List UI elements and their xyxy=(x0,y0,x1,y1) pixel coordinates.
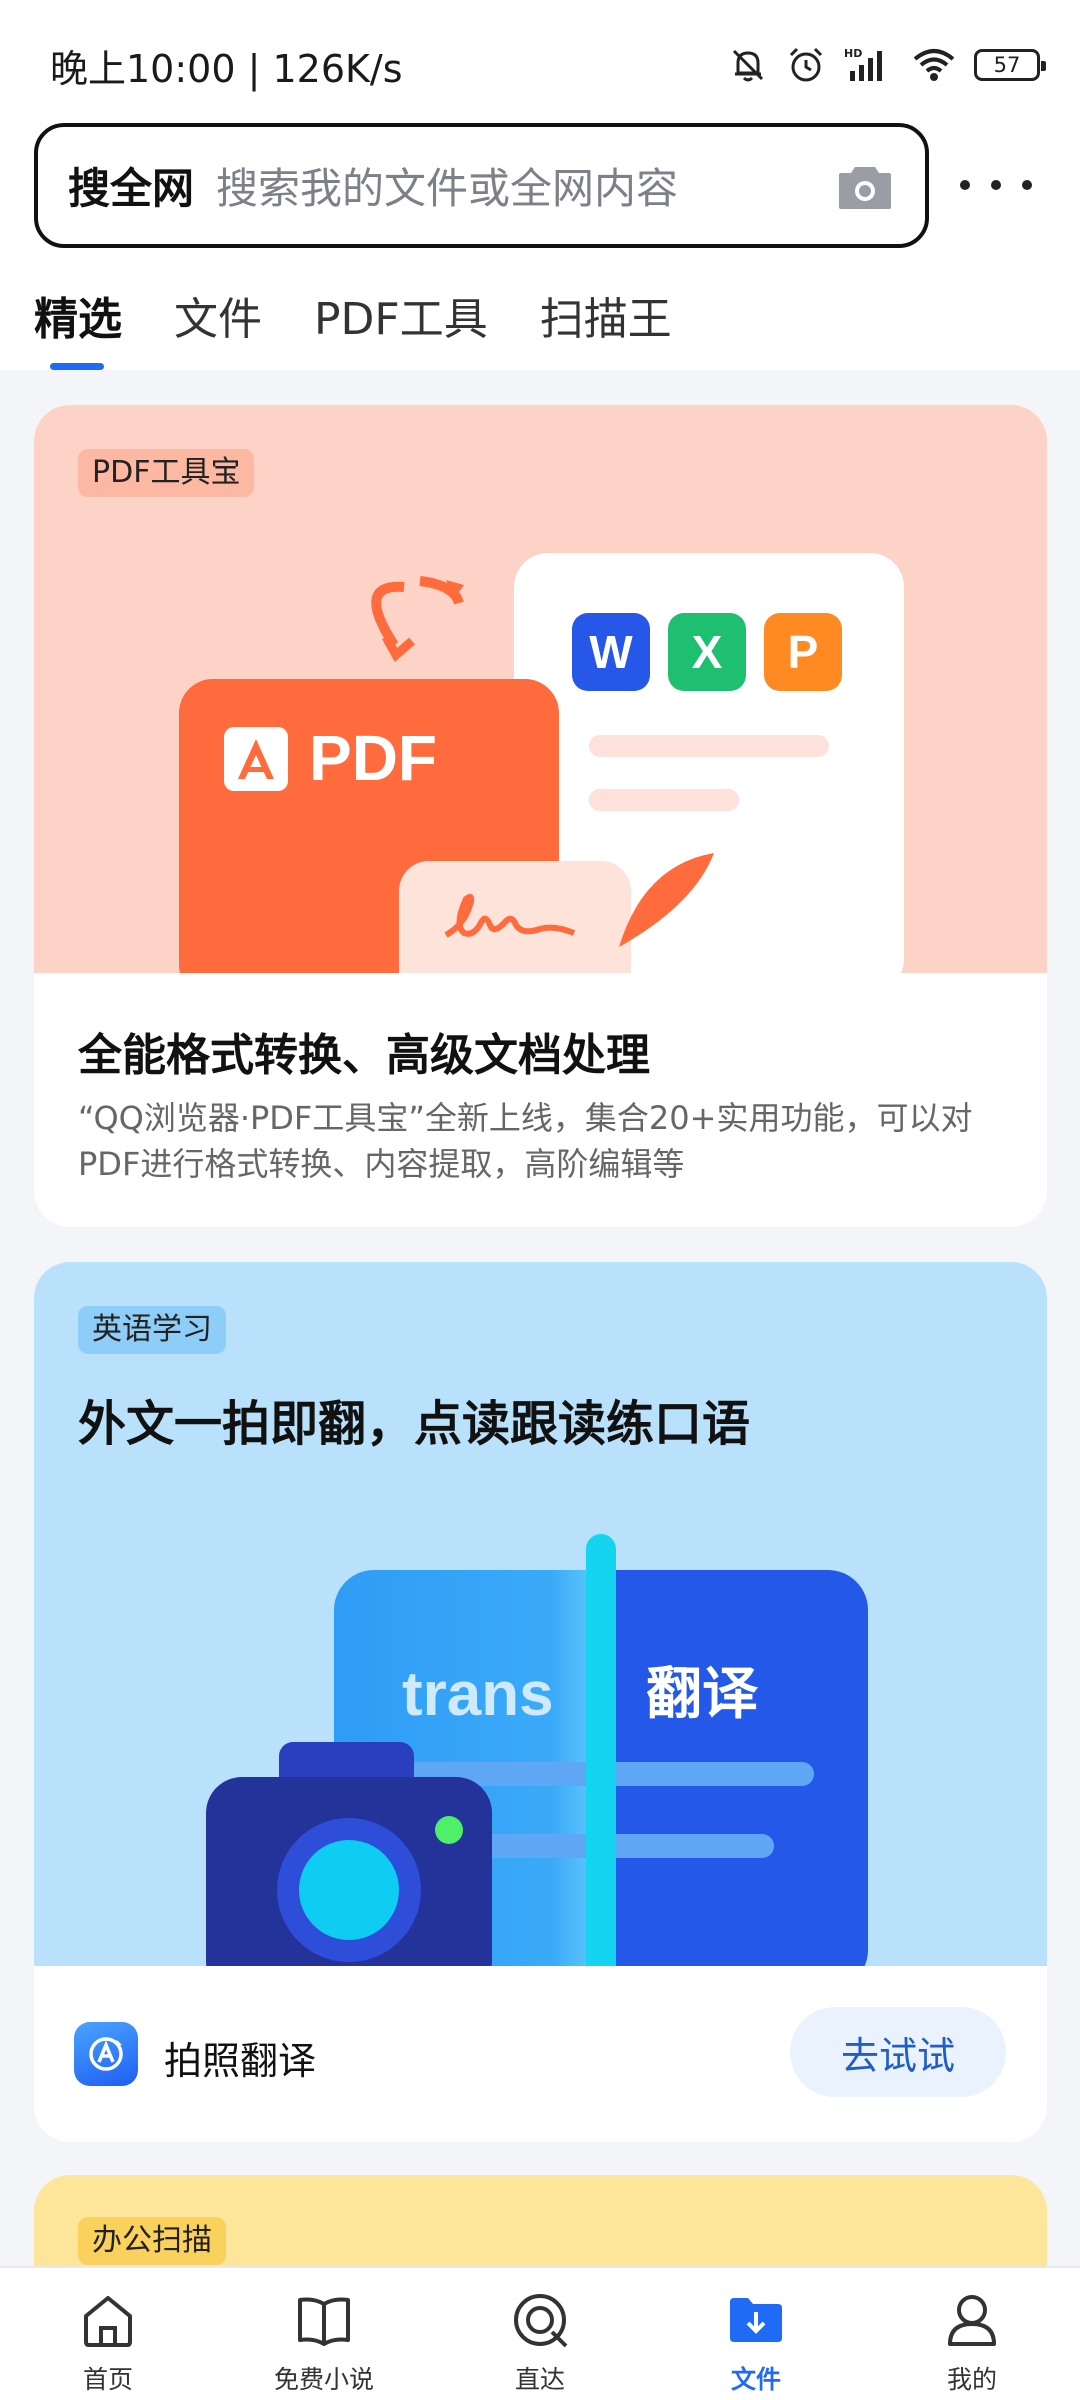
nav-novels[interactable]: 免费小说 xyxy=(216,2268,432,2400)
wifi-icon xyxy=(913,49,955,81)
translate-hero-illustration: trans 翻译 xyxy=(34,1262,1047,1966)
pdf-illustration-label: PDF xyxy=(309,722,437,794)
status-bar: 晚上10:00 | 126K/s HD 57 xyxy=(50,40,1046,91)
profile-icon xyxy=(940,2288,1004,2352)
alarm-icon xyxy=(789,47,823,82)
pdf-card-title: 全能格式转换、高级文档处理 xyxy=(78,1030,650,1081)
nav-files[interactable]: 文件 xyxy=(648,2268,864,2400)
tab-bar: 精选 文件 PDF工具 扫描王 xyxy=(34,280,672,370)
direct-icon xyxy=(508,2288,572,2352)
battery-level: 57 xyxy=(993,53,1021,77)
nav-direct[interactable]: 直达 xyxy=(432,2268,648,2400)
translate-card-headline: 外文一拍即翻，点读跟读练口语 xyxy=(78,1396,751,1452)
photo-translate-label: 拍照翻译 xyxy=(164,2039,317,2083)
status-time: 晚上10:00 | 126K/s xyxy=(50,46,403,91)
tab-scanner[interactable]: 扫描王 xyxy=(540,280,672,360)
target-word: 翻译 xyxy=(646,1662,758,1727)
more-dots-icon[interactable] xyxy=(960,160,1032,210)
tab-pdf-tools[interactable]: PDF工具 xyxy=(314,280,488,360)
nav-files-label: 文件 xyxy=(730,2365,781,2394)
nav-profile[interactable]: 我的 xyxy=(864,2268,1080,2400)
try-button[interactable]: 去试试 xyxy=(790,2007,1006,2097)
nav-profile-label: 我的 xyxy=(946,2365,997,2394)
excel-letter: X xyxy=(691,626,723,678)
tab-files[interactable]: 文件 xyxy=(174,280,262,360)
camera-icon[interactable] xyxy=(835,156,895,216)
nav-direct-label: 直达 xyxy=(514,2365,565,2394)
battery-icon: 57 xyxy=(974,49,1046,81)
pdf-tool-card[interactable]: PDF W X P PDF工具宝 全能格式转换、高级文档处理 “QQ浏览器·PD… xyxy=(34,405,1047,1227)
source-word: trans xyxy=(402,1660,554,1729)
word-letter: W xyxy=(589,626,633,678)
translate-card-tag: 英语学习 xyxy=(78,1306,226,1354)
bottom-navigation: 首页 免费小说 直达 文件 我的 xyxy=(0,2266,1080,2400)
translate-card[interactable]: trans 翻译 英语学习 外文一拍即翻，点读跟读练口语 拍照翻译 去试试 xyxy=(34,1262,1047,2142)
svg-text:HD: HD xyxy=(844,47,862,60)
status-icons: HD 57 xyxy=(728,45,1046,85)
mute-bell-icon xyxy=(732,49,764,82)
ppt-letter: P xyxy=(787,626,819,678)
search-scope-label[interactable]: 搜全网 xyxy=(68,155,194,216)
pdf-card-description: “QQ浏览器·PDF工具宝”全新上线，集合20+实用功能，可以对PDF进行格式转… xyxy=(78,1099,973,1183)
nav-home-label: 首页 xyxy=(82,2365,133,2394)
search-input[interactable]: 搜索我的文件或全网内容 xyxy=(216,155,835,216)
tab-featured[interactable]: 精选 xyxy=(34,280,122,370)
top-area: 晚上10:00 | 126K/s HD 57 搜全网 搜索我的文件或全网内容 精… xyxy=(0,0,1080,370)
home-icon xyxy=(76,2288,140,2352)
search-bar[interactable]: 搜全网 搜索我的文件或全网内容 xyxy=(34,123,929,248)
nav-novels-label: 免费小说 xyxy=(273,2365,374,2394)
photo-translate-icon xyxy=(74,2022,138,2086)
folder-download-icon xyxy=(724,2288,788,2352)
nav-home[interactable]: 首页 xyxy=(0,2268,216,2400)
hd-signal-icon: HD xyxy=(844,47,882,81)
pdf-card-tag: PDF工具宝 xyxy=(78,449,255,497)
book-icon xyxy=(292,2288,356,2352)
scan-card-tag: 办公扫描 xyxy=(78,2217,226,2265)
